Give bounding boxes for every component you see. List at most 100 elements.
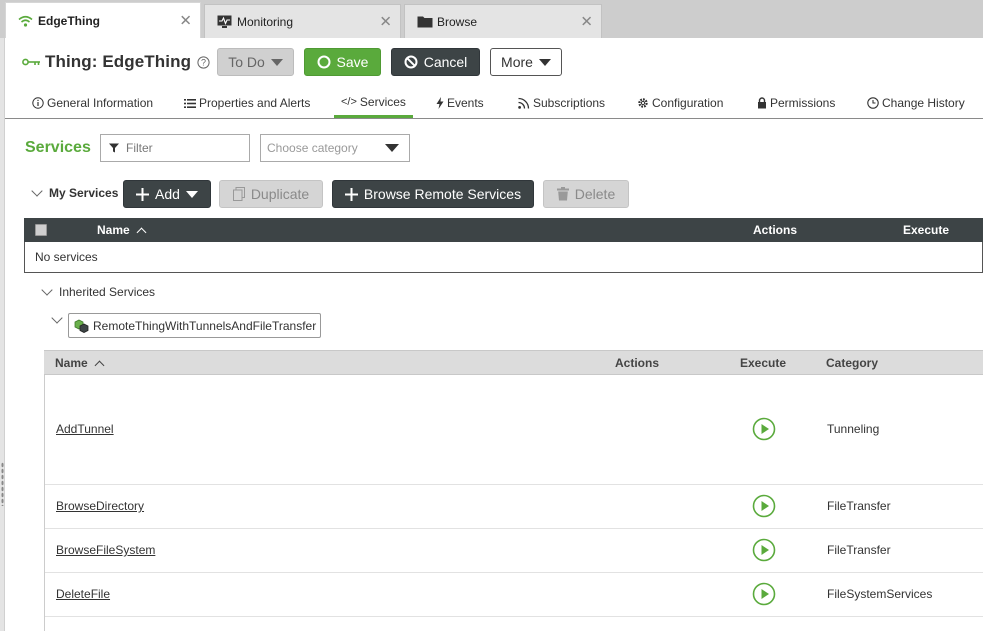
save-button[interactable]: Save [304, 48, 381, 76]
tab-edgething[interactable]: EdgeThing ✕ [5, 2, 201, 38]
chevron-down-icon [41, 284, 53, 296]
clock-icon [867, 97, 879, 109]
chevron-down-icon [270, 58, 283, 66]
tab-label: Monitoring [237, 14, 294, 29]
execute-play-icon[interactable] [752, 417, 776, 441]
execute-play-icon[interactable] [752, 582, 776, 606]
resize-handle[interactable] [1, 462, 4, 506]
inherited-services-toggle[interactable]: Inherited Services [41, 284, 155, 299]
column-header-name[interactable]: Name [97, 223, 147, 237]
service-category: FileTransfer [827, 499, 891, 513]
info-icon [32, 97, 44, 109]
empty-message: No services [35, 250, 98, 264]
inherited-table-body: AddTunnel Tunneling BrowseDirectory File… [44, 375, 983, 631]
tab-label: Events [447, 96, 484, 110]
tab-label: Subscriptions [533, 96, 606, 110]
filter-placeholder: Filter [126, 141, 153, 155]
tab-label: Properties and Alerts [199, 96, 311, 110]
plus-icon [344, 187, 358, 201]
wifi-icon [18, 14, 34, 28]
column-header-name[interactable]: Name [55, 356, 105, 370]
gear-icon [637, 97, 649, 109]
column-header-category: Category [826, 356, 879, 370]
plus-icon [136, 187, 150, 201]
table-row: DeleteFile FileSystemServices [45, 573, 983, 617]
close-icon[interactable]: ✕ [179, 13, 192, 28]
tab-browse[interactable]: Browse ✕ [404, 4, 602, 38]
more-button[interactable]: More [490, 48, 562, 76]
column-header-execute: Execute [903, 223, 950, 237]
tab-permissions[interactable]: Permissions [757, 88, 835, 118]
entity-nav-tabs: General Information Properties and Alert… [22, 88, 983, 118]
category-select[interactable]: Choose category [260, 134, 410, 162]
cancel-label: Cancel [423, 54, 468, 70]
browse-remote-label: Browse Remote Services [363, 186, 522, 202]
tab-properties-and-alerts[interactable]: Properties and Alerts [184, 88, 310, 118]
divider [5, 118, 983, 119]
tab-events[interactable]: Events [436, 88, 484, 118]
close-icon[interactable]: ✕ [580, 14, 593, 29]
my-services-empty-row: No services [24, 242, 983, 273]
circle-icon [317, 55, 331, 69]
tab-services[interactable]: </> Services [334, 88, 413, 118]
service-link[interactable]: AddTunnel [56, 422, 114, 436]
table-row: BrowseDirectory FileTransfer [45, 485, 983, 529]
help-icon[interactable]: ? [197, 55, 210, 69]
trash-icon [556, 187, 569, 201]
table-row: BrowseFileSystem FileTransfer [45, 529, 983, 573]
page-title: Thing: EdgeThing [45, 52, 192, 71]
status-label: To Do [228, 54, 265, 70]
column-header-execute: Execute [740, 356, 787, 370]
inherited-table-header: Name Actions Execute Category [44, 350, 983, 375]
filter-input[interactable]: Filter [100, 134, 250, 162]
add-label: Add [155, 186, 180, 202]
service-link[interactable]: BrowseFileSystem [56, 543, 155, 557]
svg-text:?: ? [201, 57, 206, 67]
column-header-actions: Actions [753, 223, 798, 237]
service-link[interactable]: BrowseDirectory [56, 499, 144, 513]
execute-play-icon[interactable] [752, 494, 776, 518]
execute-play-icon[interactable] [752, 538, 776, 562]
copy-icon [232, 187, 245, 201]
tab-label: Services [359, 94, 406, 109]
thing-template-icon [74, 319, 89, 333]
tab-change-history[interactable]: Change History [867, 88, 965, 118]
status-dropdown-button[interactable]: To Do [217, 48, 294, 76]
service-link[interactable]: DeleteFile [56, 587, 110, 601]
my-services-table-header: Name Actions Execute [24, 218, 983, 242]
tab-label: Browse [437, 14, 478, 29]
tab-general-information[interactable]: General Information [32, 88, 153, 118]
table-row: AddTunnel Tunneling [45, 375, 983, 485]
column-header-actions: Actions [615, 356, 660, 370]
my-services-toggle[interactable]: My Services [31, 185, 119, 200]
thing-icon [22, 57, 40, 67]
save-label: Save [336, 54, 369, 70]
sort-ascending-icon [136, 227, 147, 237]
chevron-down-icon [31, 185, 43, 197]
add-service-button[interactable]: Add [123, 180, 211, 208]
service-category: Tunneling [827, 422, 880, 436]
tab-label: Permissions [770, 96, 836, 110]
close-icon[interactable]: ✕ [379, 14, 392, 29]
delete-button[interactable]: Delete [543, 180, 629, 208]
parent-template-toggle[interactable] [51, 312, 69, 324]
parent-template-chip[interactable]: RemoteThingWithTunnelsAndFileTransfer [68, 313, 321, 338]
tab-monitoring[interactable]: Monitoring ✕ [204, 4, 401, 38]
tab-strip: EdgeThing ✕ Monitoring ✕ Browse ✕ [0, 0, 983, 38]
my-services-label: My Services [49, 186, 119, 200]
duplicate-button[interactable]: Duplicate [219, 180, 323, 208]
filter-icon [109, 143, 119, 153]
tab-subscriptions[interactable]: Subscriptions [518, 88, 605, 118]
cancel-button[interactable]: Cancel [391, 48, 480, 76]
chevron-down-icon [185, 190, 198, 198]
column-label: Name [55, 356, 88, 370]
tab-configuration[interactable]: Configuration [637, 88, 723, 118]
browse-remote-services-button[interactable]: Browse Remote Services [332, 180, 534, 208]
list-icon [184, 98, 196, 109]
left-panel-border [0, 38, 5, 631]
select-all-checkbox[interactable] [35, 224, 47, 236]
monitor-icon [217, 15, 233, 29]
tab-label: Change History [882, 96, 965, 110]
chevron-down-icon [538, 58, 551, 66]
sort-ascending-icon [94, 360, 105, 370]
